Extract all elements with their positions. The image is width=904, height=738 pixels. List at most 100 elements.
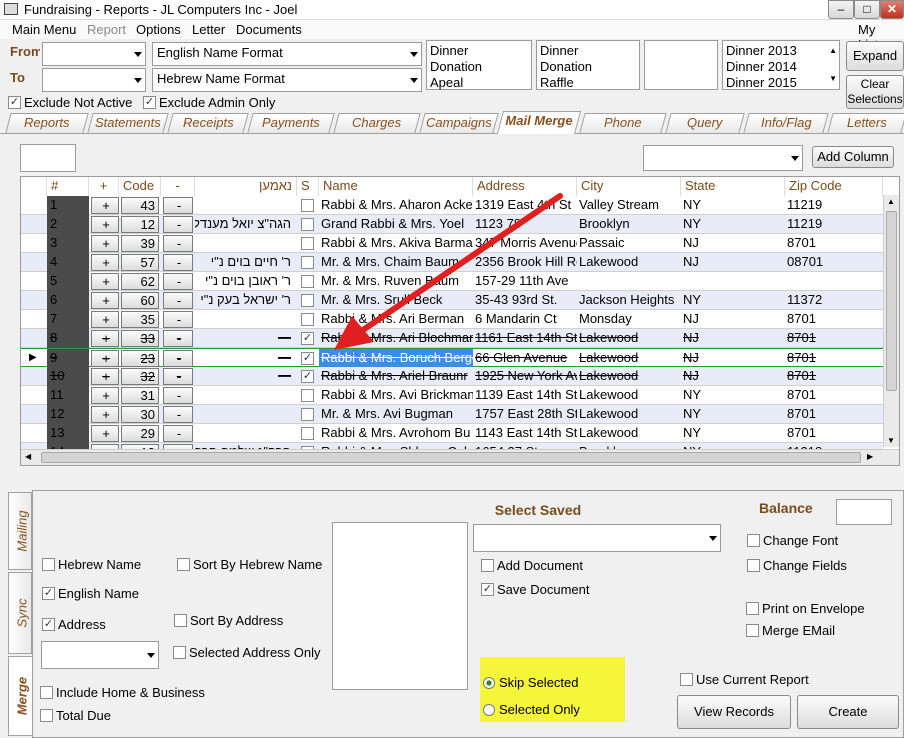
plus-button[interactable]: + (91, 235, 119, 252)
row-select-checkbox[interactable]: ✓ (301, 370, 314, 383)
plus-button[interactable]: + (91, 425, 119, 442)
code-cell[interactable]: 60 (121, 292, 159, 309)
exclude-not-active-checkbox[interactable]: ✓ (8, 96, 21, 109)
selected-address-only-checkbox[interactable] (173, 646, 186, 659)
minus-button[interactable]: - (163, 235, 193, 252)
row-selector[interactable] (21, 310, 47, 329)
tab-phone[interactable]: Phone (579, 113, 667, 133)
change-font-checkbox[interactable] (747, 534, 760, 547)
list-item[interactable]: Apeal (430, 75, 528, 91)
row-selector[interactable] (21, 329, 47, 348)
tab-merge[interactable]: Merge (8, 656, 32, 736)
row-select-checkbox[interactable]: ✓ (301, 352, 314, 365)
code-cell[interactable]: 30 (121, 406, 159, 423)
list-2[interactable]: Dinner Donation Raffle (536, 40, 640, 90)
hebrew-format-select[interactable]: Hebrew Name Format (152, 68, 422, 92)
scroll-thumb[interactable] (886, 211, 897, 391)
include-home-business-checkbox[interactable] (40, 686, 53, 699)
select-checkbox[interactable] (297, 253, 319, 272)
plus-button[interactable]: + (91, 273, 119, 290)
code-cell[interactable]: 32 (121, 368, 159, 385)
sort-by-hebrew-checkbox[interactable] (177, 558, 190, 571)
from-select[interactable] (42, 42, 146, 66)
menu-report[interactable]: Report (87, 22, 126, 37)
document-list[interactable] (332, 522, 468, 690)
plus-button[interactable]: + (91, 197, 119, 214)
tab-charges[interactable]: Charges (333, 113, 421, 133)
plus-button[interactable]: + (91, 292, 119, 309)
list-item[interactable]: Donation (540, 59, 636, 75)
row-selector[interactable] (21, 367, 47, 386)
hebrew-name-checkbox[interactable] (42, 558, 55, 571)
english-name-checkbox[interactable]: ✓ (42, 587, 55, 600)
minus-button[interactable]: - (163, 368, 193, 385)
tab-mailing[interactable]: Mailing (8, 492, 32, 570)
minus-button[interactable]: - (163, 216, 193, 233)
row-selector[interactable]: ▶ (21, 349, 47, 368)
minus-button[interactable]: - (163, 254, 193, 271)
tab-reports[interactable]: Reports (5, 113, 89, 133)
select-checkbox[interactable] (297, 405, 319, 424)
code-cell[interactable]: 57 (121, 254, 159, 271)
row-select-checkbox[interactable] (301, 237, 314, 250)
total-due-checkbox[interactable] (40, 709, 53, 722)
list-3[interactable] (644, 40, 718, 90)
tab-receipts[interactable]: Receipts (167, 113, 249, 133)
plus-button[interactable]: + (91, 387, 119, 404)
select-checkbox[interactable]: ✓ (297, 349, 319, 368)
table-row[interactable]: 13 +29- Rabbi & Mrs. Avrohom Bu 1143 East 1… (21, 424, 883, 443)
code-cell[interactable]: 31 (121, 387, 159, 404)
search-input[interactable] (20, 144, 76, 172)
saved-document-select[interactable] (473, 524, 721, 552)
code-cell[interactable]: 39 (121, 235, 159, 252)
minus-button[interactable]: - (163, 406, 193, 423)
list-item[interactable]: Dinner 2015 (726, 75, 836, 91)
row-select-checkbox[interactable] (301, 427, 314, 440)
list-1[interactable]: Dinner Donation Apeal (426, 40, 532, 90)
row-select-checkbox[interactable] (301, 275, 314, 288)
tab-info-flag[interactable]: Info/Flag (743, 113, 829, 133)
change-fields-checkbox[interactable] (747, 559, 760, 572)
row-selector[interactable] (21, 405, 47, 424)
vertical-scrollbar[interactable]: ▲ ▼ (883, 195, 899, 447)
row-select-checkbox[interactable]: ✓ (301, 332, 314, 345)
to-select[interactable] (42, 68, 146, 92)
table-row[interactable]: 10 +32- — ✓ Rabbi & Mrs. Ariel Braunr 1925 Ne… (21, 367, 883, 386)
balance-input[interactable] (836, 499, 892, 525)
scroll-down-icon[interactable]: ▼ (887, 436, 895, 445)
row-select-checkbox[interactable] (301, 408, 314, 421)
select-checkbox[interactable] (297, 196, 319, 215)
row-select-checkbox[interactable] (301, 256, 314, 269)
row-selector[interactable] (21, 272, 47, 291)
row-select-checkbox[interactable] (301, 218, 314, 231)
list-4[interactable]: Dinner 2013 Dinner 2014 Dinner 2015 ▲ ▼ (722, 40, 840, 90)
select-checkbox[interactable]: ✓ (297, 367, 319, 386)
plus-button[interactable]: + (91, 406, 119, 423)
scroll-up-icon[interactable]: ▲ (829, 43, 837, 59)
plus-button[interactable]: + (91, 368, 119, 385)
address-checkbox[interactable]: ✓ (42, 618, 55, 631)
save-document-checkbox[interactable]: ✓ (481, 583, 494, 596)
menu-letter[interactable]: Letter (192, 22, 225, 37)
row-selector[interactable] (21, 291, 47, 310)
row-select-checkbox[interactable] (301, 313, 314, 326)
plus-button[interactable]: + (91, 216, 119, 233)
code-cell[interactable]: 29 (121, 425, 159, 442)
skip-selected-radio[interactable] (483, 677, 495, 689)
minus-button[interactable]: - (163, 292, 193, 309)
scroll-left-icon[interactable]: ◀ (25, 452, 31, 461)
code-cell[interactable]: 33 (121, 330, 159, 347)
clear-selections-button[interactable]: Clear Selections (846, 75, 904, 109)
menu-options[interactable]: Options (136, 22, 181, 37)
row-selector[interactable] (21, 234, 47, 253)
table-row[interactable]: 11 +31- Rabbi & Mrs. Avi Brickman 1139 East… (21, 386, 883, 405)
tab-statements[interactable]: Statements (87, 113, 169, 133)
plus-button[interactable]: + (91, 330, 119, 347)
select-checkbox[interactable] (297, 291, 319, 310)
view-records-button[interactable]: View Records (677, 695, 791, 729)
code-cell[interactable]: 35 (121, 311, 159, 328)
create-button[interactable]: Create (797, 695, 899, 729)
tab-letters[interactable]: Letters (827, 113, 904, 133)
select-checkbox[interactable] (297, 234, 319, 253)
menu-main[interactable]: Main Menu (12, 22, 76, 37)
